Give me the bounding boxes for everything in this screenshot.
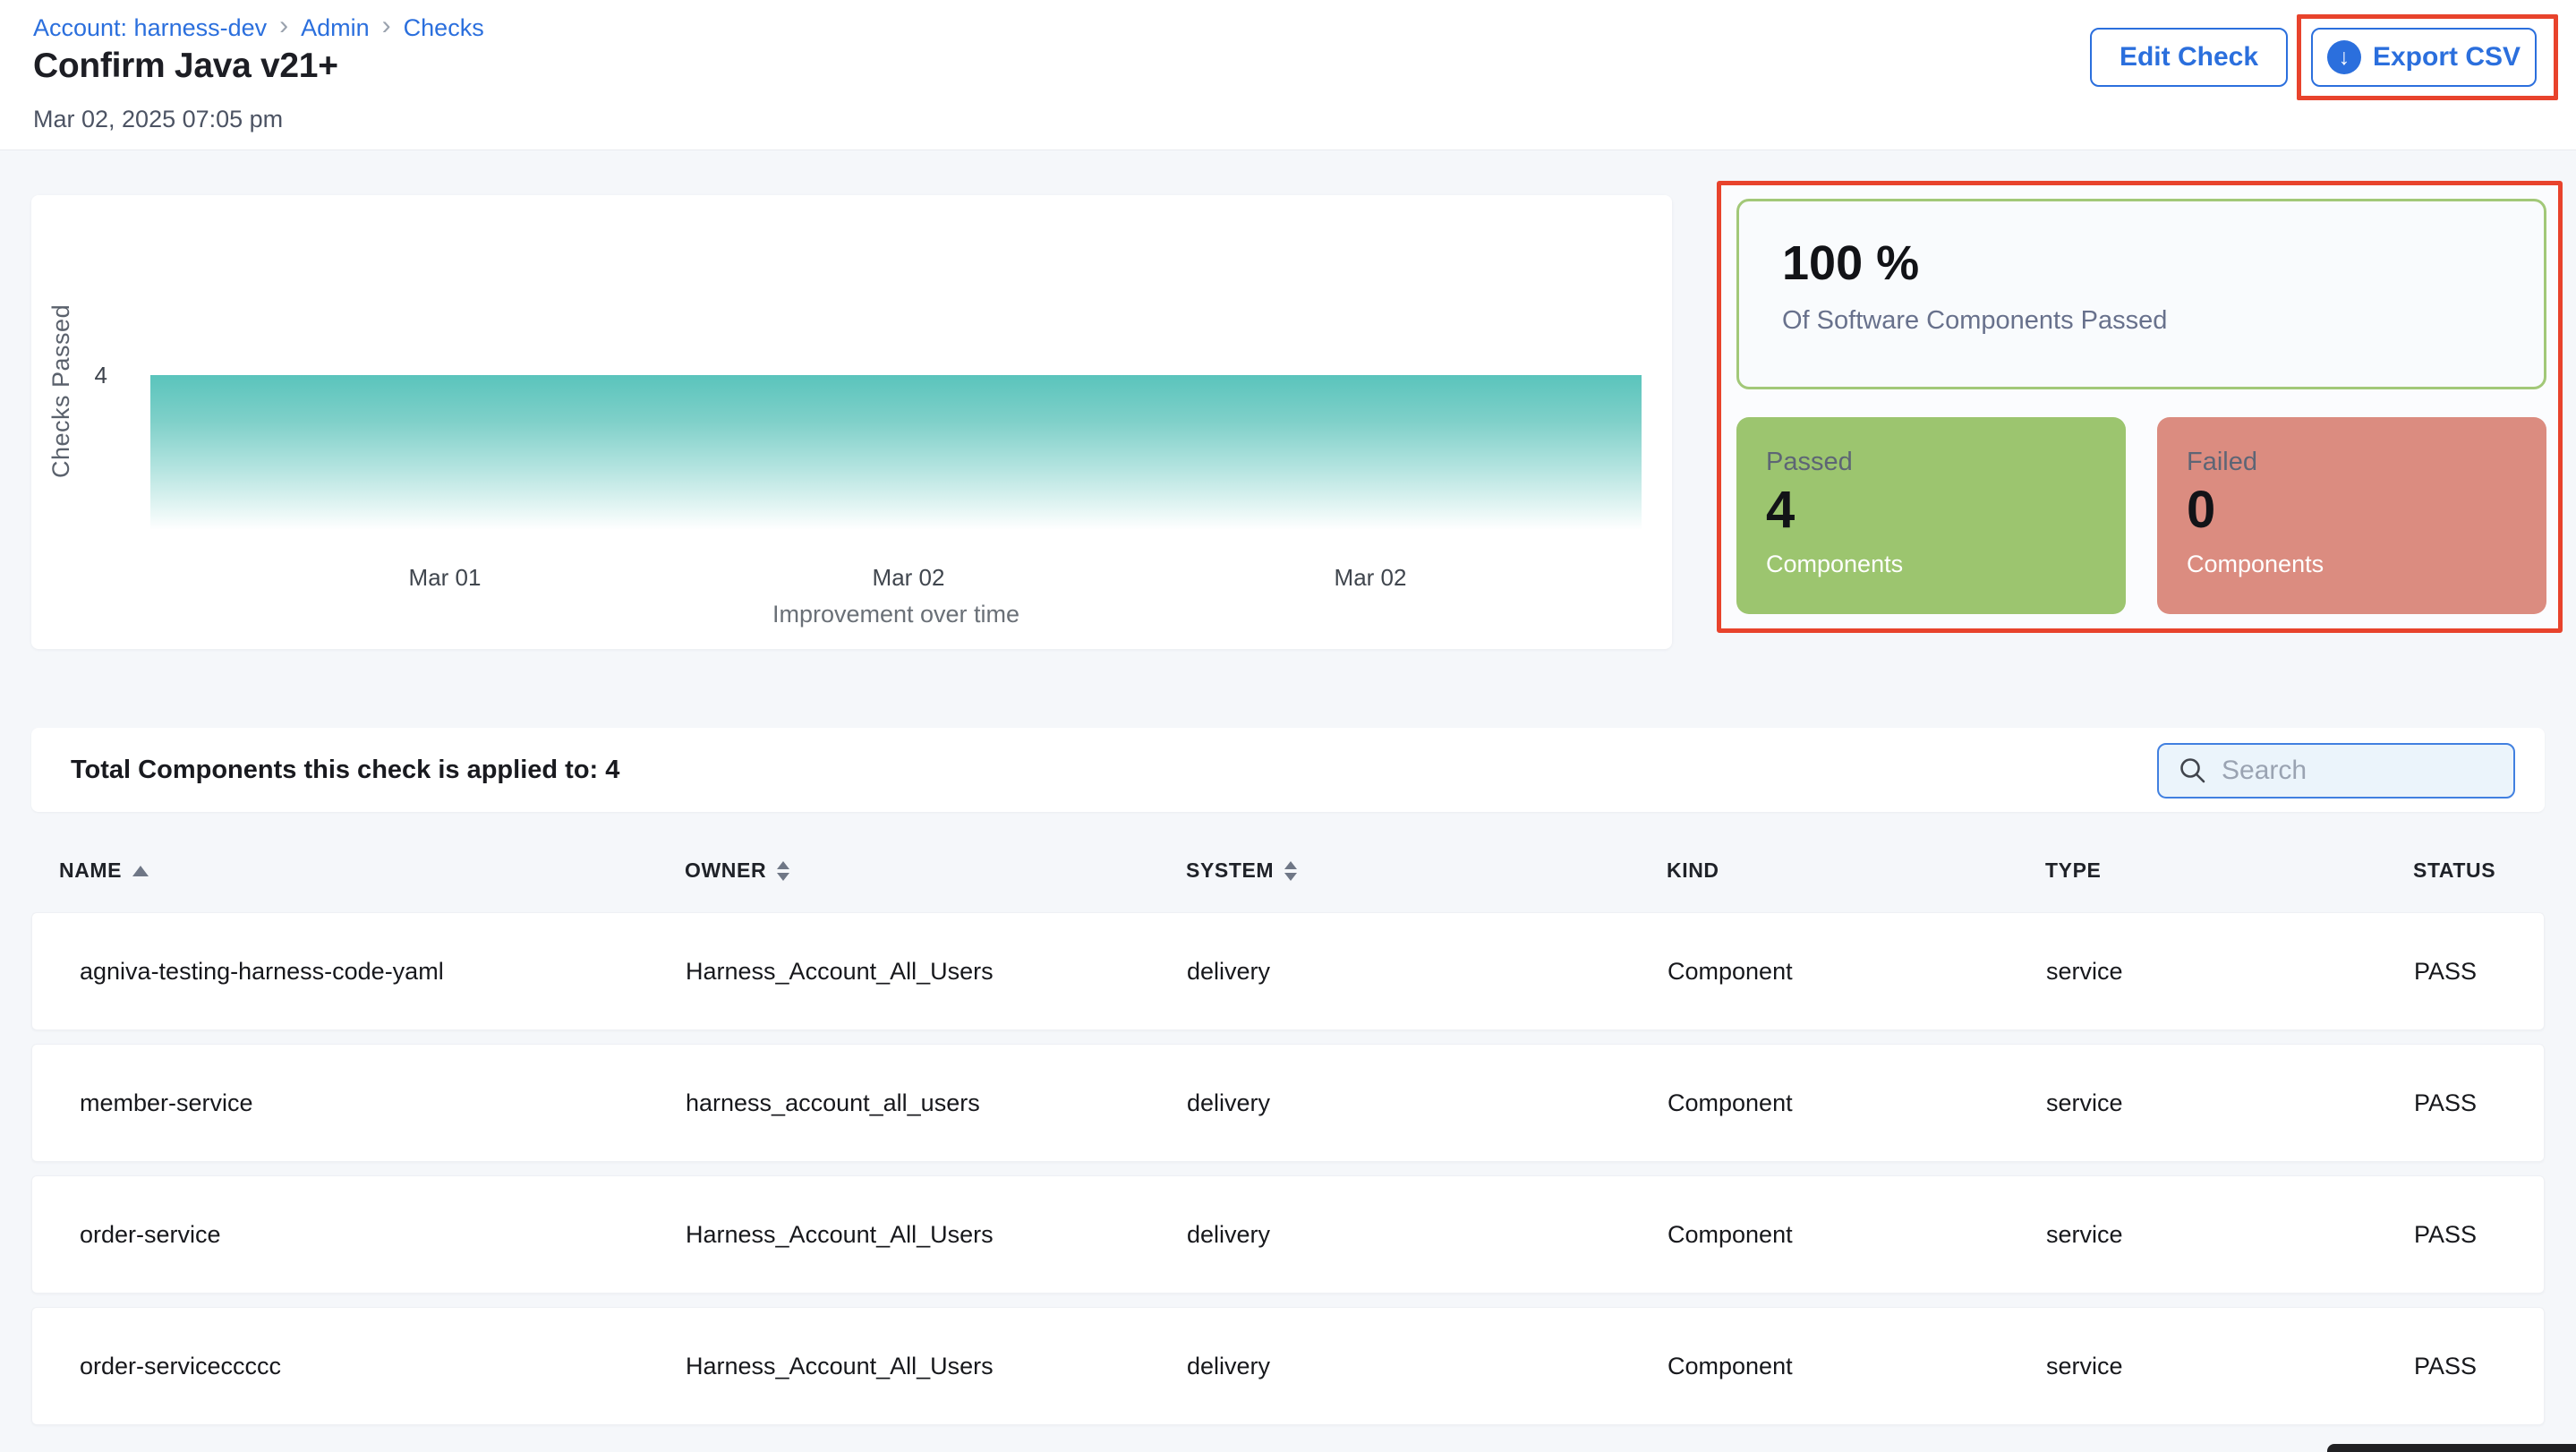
column-label: NAME [59,858,122,883]
percent-passed-value: 100 % [1782,237,2544,290]
annotation-box-summary-panel: 100 % Of Software Components Passed Pass… [1717,181,2563,633]
column-header-status: STATUS [2413,858,2545,883]
sort-ascending-icon [132,866,149,876]
breadcrumb-admin-link[interactable]: Admin [301,14,370,42]
chart-x-tick: Mar 02 [1290,564,1451,592]
cell-name: order-service [32,1221,686,1249]
page-title: Confirm Java v21+ [33,47,338,86]
cell-type: service [2046,958,2414,986]
column-header-owner[interactable]: OWNER [685,858,1186,883]
table-toolbar: Total Components this check is applied t… [31,728,2545,812]
passed-label: Passed [1766,448,2126,477]
export-csv-button[interactable]: ↓ Export CSV [2311,28,2537,87]
checks-passed-chart-card: Checks Passed 4 Mar 01 Mar 02 Mar 02 Imp… [31,195,1672,649]
table-row[interactable]: order-serviceccccc Harness_Account_All_U… [31,1307,2545,1425]
chart-y-tick: 4 [72,362,107,389]
cell-status: PASS [2414,1353,2544,1380]
chart-x-axis-label: Improvement over time [717,601,1075,628]
edit-check-button[interactable]: Edit Check [2090,28,2288,87]
cell-type: service [2046,1221,2414,1249]
cell-kind: Component [1668,1221,2046,1249]
sort-icon [1284,861,1297,881]
cell-owner: Harness_Account_All_Users [686,1353,1187,1380]
cell-owner: Harness_Account_All_Users [686,958,1187,986]
cell-status: PASS [2414,1089,2544,1117]
passed-unit: Components [1766,551,2126,578]
edit-check-label: Edit Check [2120,42,2258,73]
search-box[interactable] [2157,743,2515,799]
cell-system: delivery [1187,1353,1668,1380]
column-header-kind: KIND [1667,858,2045,883]
chart-area-series [150,375,1642,530]
table-row[interactable]: agniva-testing-harness-code-yaml Harness… [31,912,2545,1030]
total-components-caption: Total Components this check is applied t… [71,756,619,785]
column-label: SYSTEM [1186,858,1274,883]
breadcrumb-checks-link[interactable]: Checks [404,14,484,42]
column-label: TYPE [2045,858,2101,883]
download-icon: ↓ [2327,40,2361,74]
table-row[interactable]: order-service Harness_Account_All_Users … [31,1175,2545,1294]
column-label: STATUS [2413,858,2495,883]
cell-status: PASS [2414,1221,2544,1249]
column-label: OWNER [685,858,766,883]
export-csv-label: Export CSV [2373,42,2521,73]
cell-name: agniva-testing-harness-code-yaml [32,958,686,986]
chart-x-tick: Mar 01 [364,564,525,592]
cell-status: PASS [2414,958,2544,986]
column-header-type: TYPE [2045,858,2413,883]
column-header-system[interactable]: SYSTEM [1186,858,1667,883]
cell-type: service [2046,1089,2414,1117]
failed-unit: Components [2187,551,2546,578]
chevron-right-icon: › [382,13,391,43]
cell-owner: Harness_Account_All_Users [686,1221,1187,1249]
sort-icon [777,861,789,881]
chevron-right-icon: › [279,13,288,43]
failed-components-card: Failed 0 Components [2157,417,2546,614]
partial-overlay-bar [2327,1444,2576,1452]
percent-passed-card: 100 % Of Software Components Passed [1736,199,2546,389]
cell-owner: harness_account_all_users [686,1089,1187,1117]
column-header-name[interactable]: NAME [31,858,685,883]
check-timestamp: Mar 02, 2025 07:05 pm [33,106,283,133]
chart-x-tick: Mar 02 [828,564,989,592]
search-icon [2177,755,2209,787]
column-label: KIND [1667,858,1719,883]
cell-system: delivery [1187,1089,1668,1117]
cell-system: delivery [1187,1221,1668,1249]
cell-kind: Component [1668,1353,2046,1380]
search-input[interactable] [2222,756,2490,786]
failed-count: 0 [2187,484,2546,536]
passed-components-card: Passed 4 Components [1736,417,2126,614]
table-header: NAME OWNER SYSTEM KIND TYPE STATUS [31,836,2545,905]
cell-name: order-serviceccccc [32,1353,686,1380]
checks-detail-page: Account: harness-dev › Admin › Checks Co… [0,0,2576,1452]
cell-name: member-service [32,1089,686,1117]
table-row[interactable]: member-service harness_account_all_users… [31,1044,2545,1162]
percent-passed-caption: Of Software Components Passed [1782,306,2544,336]
cell-kind: Component [1668,958,2046,986]
breadcrumb-account-link[interactable]: Account: harness-dev [33,14,267,42]
cell-type: service [2046,1353,2414,1380]
cell-system: delivery [1187,958,1668,986]
passed-count: 4 [1766,484,2126,536]
breadcrumb: Account: harness-dev › Admin › Checks [33,13,484,43]
page-header: Account: harness-dev › Admin › Checks Co… [0,0,2576,150]
cell-kind: Component [1668,1089,2046,1117]
failed-label: Failed [2187,448,2546,477]
